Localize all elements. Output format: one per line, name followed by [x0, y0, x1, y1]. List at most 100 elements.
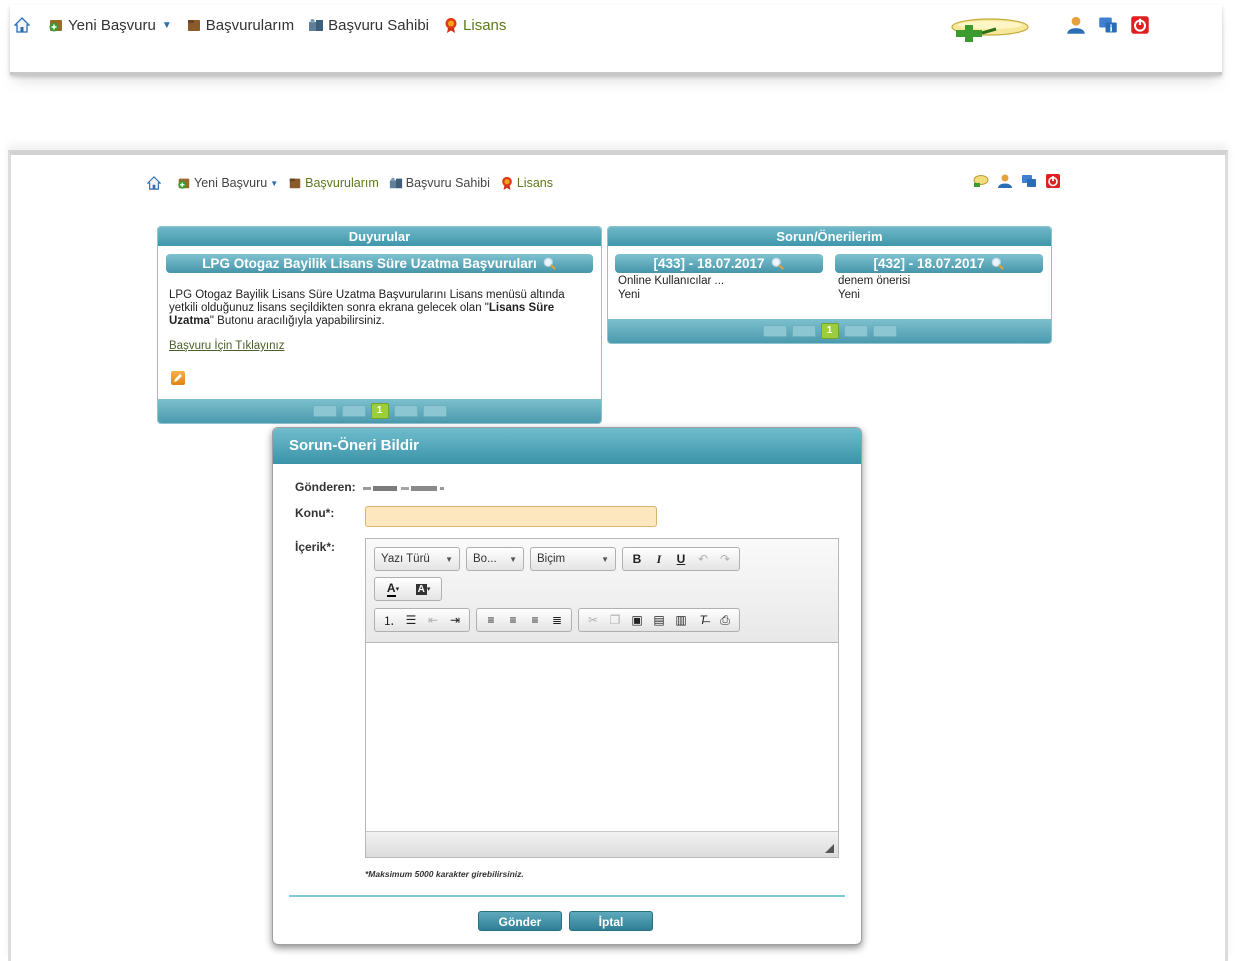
align-left-icon[interactable]: ≡	[480, 609, 502, 631]
undo-icon[interactable]: ↶	[692, 548, 714, 570]
user-icon[interactable]	[1066, 15, 1086, 35]
report-issue-dialog: Sorun-Öneri Bildir Gönderen: Konu*: İçer…	[272, 427, 862, 945]
nav-applicant-label: Başvuru Sahibi	[405, 176, 490, 190]
apply-link[interactable]: Başvuru İçin Tıklayınız	[169, 340, 284, 352]
top-right-actions-small	[973, 173, 1061, 189]
chat-icon[interactable]	[973, 173, 989, 189]
font-size-value: Bo...	[473, 553, 497, 565]
numbered-list-icon[interactable]: ⒈	[378, 609, 400, 631]
suggestion-card[interactable]: [433] - 18.07.2017 Online Kullanıcılar .…	[615, 254, 823, 301]
folder-icon	[288, 176, 302, 190]
main-nav-small: Yeni Başvuru ▼ Başvurularım Başvuru Sahi…	[147, 173, 563, 193]
suggestion-header[interactable]: [432] - 18.07.2017	[835, 254, 1043, 273]
announcement-item-title: LPG Otogaz Bayilik Lisans Süre Uzatma Ba…	[202, 256, 537, 271]
power-icon[interactable]	[1045, 173, 1061, 189]
background-color-icon[interactable]: A ▾	[408, 578, 438, 600]
font-size-select[interactable]: Bo... ▼	[466, 547, 524, 571]
cut-icon[interactable]: ✂	[582, 609, 604, 631]
last-page-button[interactable]	[872, 325, 897, 337]
indent-icon[interactable]: ⇥	[444, 609, 466, 631]
info-icon[interactable]: i	[1098, 15, 1118, 35]
suggestion-subject: denem önerisi	[838, 275, 911, 287]
edit-icon[interactable]	[171, 371, 185, 385]
magnifier-icon[interactable]	[771, 257, 785, 271]
prev-page-button[interactable]	[791, 325, 816, 337]
copy-icon[interactable]: ❐	[604, 609, 626, 631]
nav-new-application-label: Yeni Başvuru	[194, 176, 268, 190]
next-page-button[interactable]	[393, 405, 418, 417]
user-icon[interactable]	[997, 173, 1013, 189]
suggestion-header-label: [433] - 18.07.2017	[653, 256, 765, 271]
first-page-button[interactable]	[312, 405, 337, 417]
paste-word-icon[interactable]: ▥	[670, 609, 692, 631]
paste-icon[interactable]: ▣	[626, 609, 648, 631]
content-label: İçerik*:	[295, 540, 336, 554]
dashboard-frame: Yeni Başvuru ▼ Başvurularım Başvuru Sahi…	[8, 150, 1228, 961]
font-family-select[interactable]: Yazı Türü ▼	[374, 547, 460, 571]
magnifier-icon[interactable]	[543, 257, 557, 271]
rich-text-editor: Yazı Türü ▼ Bo... ▼ Biçim ▼ B I U ↶ ↷ A …	[365, 538, 839, 858]
nav-new-application[interactable]: Yeni Başvuru ▼	[48, 17, 172, 34]
bullet-list-icon[interactable]: ☰	[400, 609, 422, 631]
chat-bubble-icon[interactable]	[950, 14, 1030, 42]
prev-page-button[interactable]	[341, 405, 366, 417]
align-justify-icon[interactable]: ≣	[546, 609, 568, 631]
magnifier-icon[interactable]	[991, 257, 1005, 271]
align-group: ≡ ≡ ≡ ≣	[476, 608, 572, 632]
color-group: A ▾ A ▾	[374, 577, 442, 601]
home-button-small[interactable]	[147, 176, 161, 190]
nav-applicant[interactable]: Başvuru Sahibi	[308, 17, 429, 34]
nav-my-applications-small[interactable]: Başvurularım	[288, 176, 379, 190]
nav-new-application-label: Yeni Başvuru	[68, 16, 156, 34]
nav-license-label: Lisans	[516, 176, 553, 190]
nav-my-applications[interactable]: Başvurularım	[186, 17, 294, 34]
next-page-button[interactable]	[843, 325, 868, 337]
badge-icon	[500, 176, 514, 190]
nav-license[interactable]: Lisans	[443, 17, 506, 34]
suggestion-status: Yeni	[838, 289, 860, 301]
power-icon[interactable]	[1130, 15, 1150, 35]
nav-license-small[interactable]: Lisans	[500, 176, 553, 190]
print-icon[interactable]: ⎙	[714, 609, 736, 631]
home-icon	[147, 176, 161, 190]
suggestion-header-label: [432] - 18.07.2017	[873, 256, 985, 271]
resize-handle-icon[interactable]	[825, 844, 834, 853]
current-page[interactable]: 1	[820, 323, 839, 339]
suggestion-header[interactable]: [433] - 18.07.2017	[615, 254, 823, 273]
remove-format-icon[interactable]: T̶	[692, 609, 714, 631]
send-button[interactable]: Gönder	[478, 911, 562, 931]
suggestion-status: Yeni	[618, 289, 640, 301]
info-icon[interactable]	[1021, 173, 1037, 189]
align-center-icon[interactable]: ≡	[502, 609, 524, 631]
content-editor-area[interactable]	[366, 644, 838, 832]
redo-icon[interactable]: ↷	[714, 548, 736, 570]
svg-text:i: i	[1110, 24, 1113, 34]
nav-applicant-small[interactable]: Başvuru Sahibi	[389, 176, 490, 190]
announcement-item-header[interactable]: LPG Otogaz Bayilik Lisans Süre Uzatma Ba…	[166, 254, 593, 273]
underline-icon[interactable]: U	[670, 548, 692, 570]
last-page-button[interactable]	[422, 405, 447, 417]
users-icon	[308, 17, 324, 33]
font-family-value: Yazı Türü	[381, 553, 430, 565]
suggestions-title: Sorun/Önerilerim	[608, 227, 1051, 246]
new-application-icon	[177, 176, 191, 190]
bold-icon[interactable]: B	[626, 548, 648, 570]
subject-input[interactable]	[365, 506, 657, 527]
suggestion-card[interactable]: [432] - 18.07.2017 denem önerisi Yeni	[835, 254, 1043, 301]
outdent-icon[interactable]: ⇤	[422, 609, 444, 631]
subject-label: Konu*:	[295, 506, 335, 520]
align-right-icon[interactable]: ≡	[524, 609, 546, 631]
home-button[interactable]	[14, 17, 30, 33]
text-color-icon[interactable]: A ▾	[378, 578, 408, 600]
paste-text-icon[interactable]: ▤	[648, 609, 670, 631]
cancel-button[interactable]: İptal	[569, 911, 653, 931]
top-nav-panel: Yeni Başvuru ▼ Başvurularım Başvuru Sahi…	[10, 5, 1222, 75]
first-page-button[interactable]	[762, 325, 787, 337]
italic-icon[interactable]: I	[648, 548, 670, 570]
new-application-icon	[48, 17, 64, 33]
nav-new-application-small[interactable]: Yeni Başvuru ▼	[177, 176, 278, 190]
current-page[interactable]: 1	[370, 403, 389, 419]
format-select[interactable]: Biçim ▼	[530, 547, 616, 571]
nav-license-label: Lisans	[463, 16, 507, 34]
announcements-pagination: 1	[158, 399, 601, 423]
